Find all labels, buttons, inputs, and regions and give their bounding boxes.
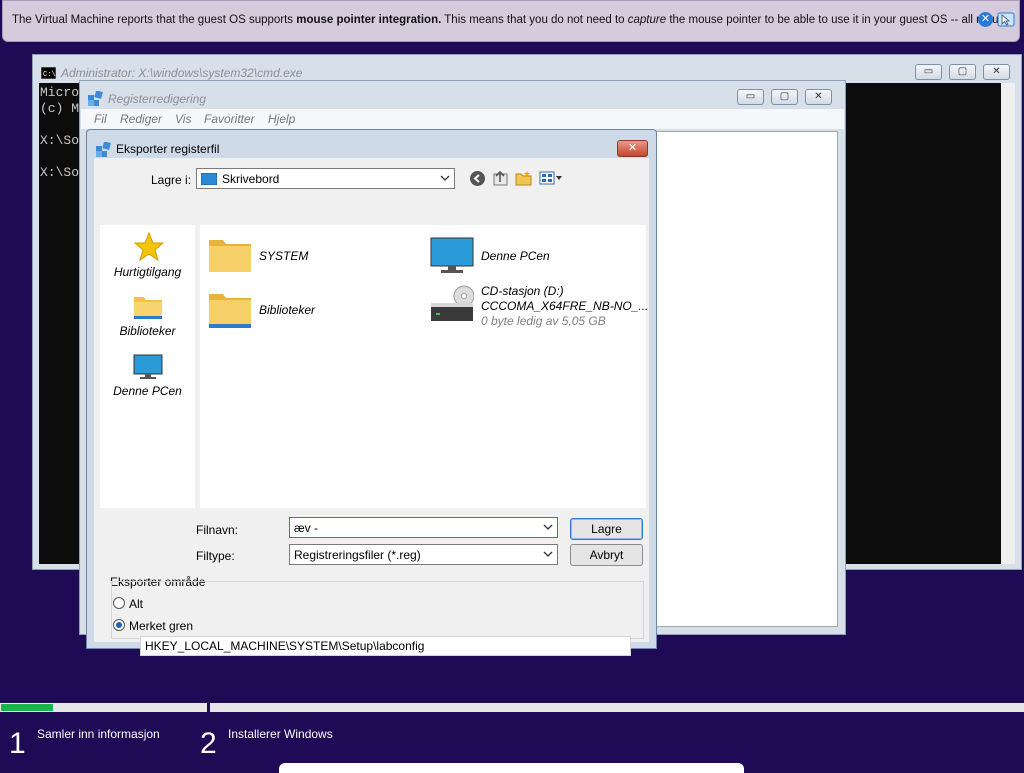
radio-all[interactable] — [113, 597, 125, 609]
chevron-down-icon — [440, 175, 450, 181]
close-button[interactable]: ✕ — [805, 89, 832, 105]
step-label: Samler inn informasjon — [37, 727, 160, 741]
notification-text-bold: mouse pointer integration. — [296, 14, 442, 26]
selected-branch-value: HKEY_LOCAL_MACHINE\SYSTEM\Setup\labconfi… — [145, 639, 425, 653]
menu-item-vis[interactable]: Vis — [175, 112, 191, 126]
notification-bar: The Virtual Machine reports that the gue… — [2, 0, 1020, 42]
minimize-button[interactable]: ▭ — [915, 64, 942, 80]
save-in-value: Skrivebord — [222, 172, 280, 186]
dialog-close-button[interactable]: ✕ — [617, 140, 648, 157]
progress-fill — [1, 704, 53, 711]
file-list: SYSTEM Denne PCen Biblioteker CD-stasjon… — [200, 225, 648, 508]
notification-text-part: This means that you do not need to — [441, 14, 628, 26]
regedit-icon — [88, 91, 103, 106]
place-quick-access[interactable]: Hurtigtilgang — [100, 230, 195, 285]
place-label: Denne PCen — [113, 384, 182, 398]
cd-drive-icon — [431, 285, 474, 321]
filename-value: æv - — [294, 521, 318, 535]
folder-icon — [209, 240, 251, 272]
place-label: Biblioteker — [119, 324, 176, 338]
notification-text-italic: capture — [627, 14, 667, 26]
minimize-button[interactable]: ▭ — [737, 89, 764, 105]
console-scrollbar[interactable] — [1001, 83, 1015, 564]
dialog-title: Eksporter registerfil — [116, 142, 220, 156]
place-this-pc[interactable]: Denne PCen — [100, 353, 195, 403]
menu-item-rediger[interactable]: Rediger — [120, 112, 162, 126]
filetype-label: Filtype: — [196, 549, 235, 563]
mouse-pointer-integration-icon[interactable] — [997, 11, 1015, 28]
menu-bar: Fil Rediger Vis Favoritter Hjelp — [81, 109, 844, 129]
menu-item-hjelp[interactable]: Hjelp — [268, 112, 295, 126]
menu-item-favoritter[interactable]: Favoritter — [204, 112, 255, 126]
selected-branch-field[interactable]: HKEY_LOCAL_MACHINE\SYSTEM\Setup\labconfi… — [140, 636, 631, 656]
regedit-title: Registerredigering — [108, 92, 207, 106]
file-free-space: 0 byte ledig av 5,05 GB — [481, 314, 606, 328]
progress-divider — [207, 703, 210, 712]
computer-icon — [133, 354, 163, 379]
dialog-body: Lagre i: Skrivebord Hurtigtilgang Biblio… — [94, 158, 649, 656]
export-dialog: Eksporter registerfil ✕ Lagre i: Skriveb… — [86, 129, 657, 656]
close-button[interactable]: ✕ — [983, 64, 1010, 80]
computer-icon — [430, 237, 474, 273]
folder-icon — [134, 297, 162, 319]
filetype-select[interactable]: Registreringsfiler (*.reg) — [289, 544, 558, 565]
file-item-libraries[interactable]: Biblioteker — [206, 289, 406, 331]
file-name: SYSTEM — [259, 249, 309, 263]
notification-text: The Virtual Machine reports that the gue… — [12, 14, 1011, 26]
step-number: 2 — [200, 727, 217, 760]
maximize-button[interactable]: ▢ — [771, 89, 798, 105]
file-name: Denne PCen — [481, 249, 550, 263]
up-folder-icon[interactable] — [492, 169, 509, 187]
file-item-cd-drive[interactable]: CD-stasjon (D:) CCCOMA_X64FRE_NB-NO_... … — [428, 283, 648, 335]
chevron-down-icon — [543, 524, 553, 530]
notification-text-part: the mouse pointer to be able to use it i… — [666, 14, 1011, 26]
filename-label: Filnavn: — [196, 523, 239, 537]
step-number: 1 — [9, 727, 26, 760]
close-icon[interactable]: ✕ — [978, 12, 993, 27]
place-label: Hurtigtilgang — [113, 265, 182, 279]
filetype-value: Registreringsfiler (*.reg) — [294, 548, 421, 562]
file-name: CD-stasjon (D:) — [481, 284, 564, 298]
desktop-icon — [201, 173, 217, 185]
menu-item-fil[interactable]: Fil — [94, 112, 107, 126]
chevron-down-icon — [543, 551, 553, 557]
star-icon — [134, 232, 164, 261]
setup-progress-bar — [0, 703, 1024, 712]
file-name: Biblioteker — [259, 303, 316, 317]
notification-text-part: The Virtual Machine reports that the gue… — [12, 14, 297, 26]
radio-all-label[interactable]: Alt — [129, 597, 143, 611]
place-libraries[interactable]: Biblioteker — [100, 293, 195, 343]
svg-text:C:\: C:\ — [43, 71, 56, 79]
regedit-icon — [96, 142, 111, 157]
back-icon[interactable] — [469, 170, 486, 187]
file-subtitle: CCCOMA_X64FRE_NB-NO_... — [481, 299, 649, 313]
cancel-button[interactable]: Avbryt — [570, 544, 643, 566]
places-bar: Hurtigtilgang Biblioteker Denne PCen — [100, 225, 195, 508]
file-item-this-pc[interactable]: Denne PCen — [428, 235, 638, 275]
folder-icon — [209, 294, 251, 328]
radio-selected-label[interactable]: Merket gren — [129, 619, 193, 633]
new-folder-icon[interactable] — [515, 170, 532, 186]
cmd-icon: C:\ — [41, 67, 56, 79]
bottom-button[interactable] — [279, 763, 744, 773]
step-label: Installerer Windows — [228, 727, 333, 741]
save-in-combo[interactable]: Skrivebord — [196, 168, 455, 189]
filename-input[interactable]: æv - — [289, 517, 558, 538]
view-menu-icon[interactable] — [539, 170, 563, 186]
radio-selected-branch[interactable] — [113, 619, 125, 631]
save-button[interactable]: Lagre — [570, 518, 643, 540]
cmd-title: Administrator: X:\windows\system32\cmd.e… — [61, 66, 303, 80]
maximize-button[interactable]: ▢ — [949, 64, 976, 80]
save-in-label: Lagre i: — [151, 173, 192, 187]
file-item-system[interactable]: SYSTEM — [206, 235, 406, 275]
